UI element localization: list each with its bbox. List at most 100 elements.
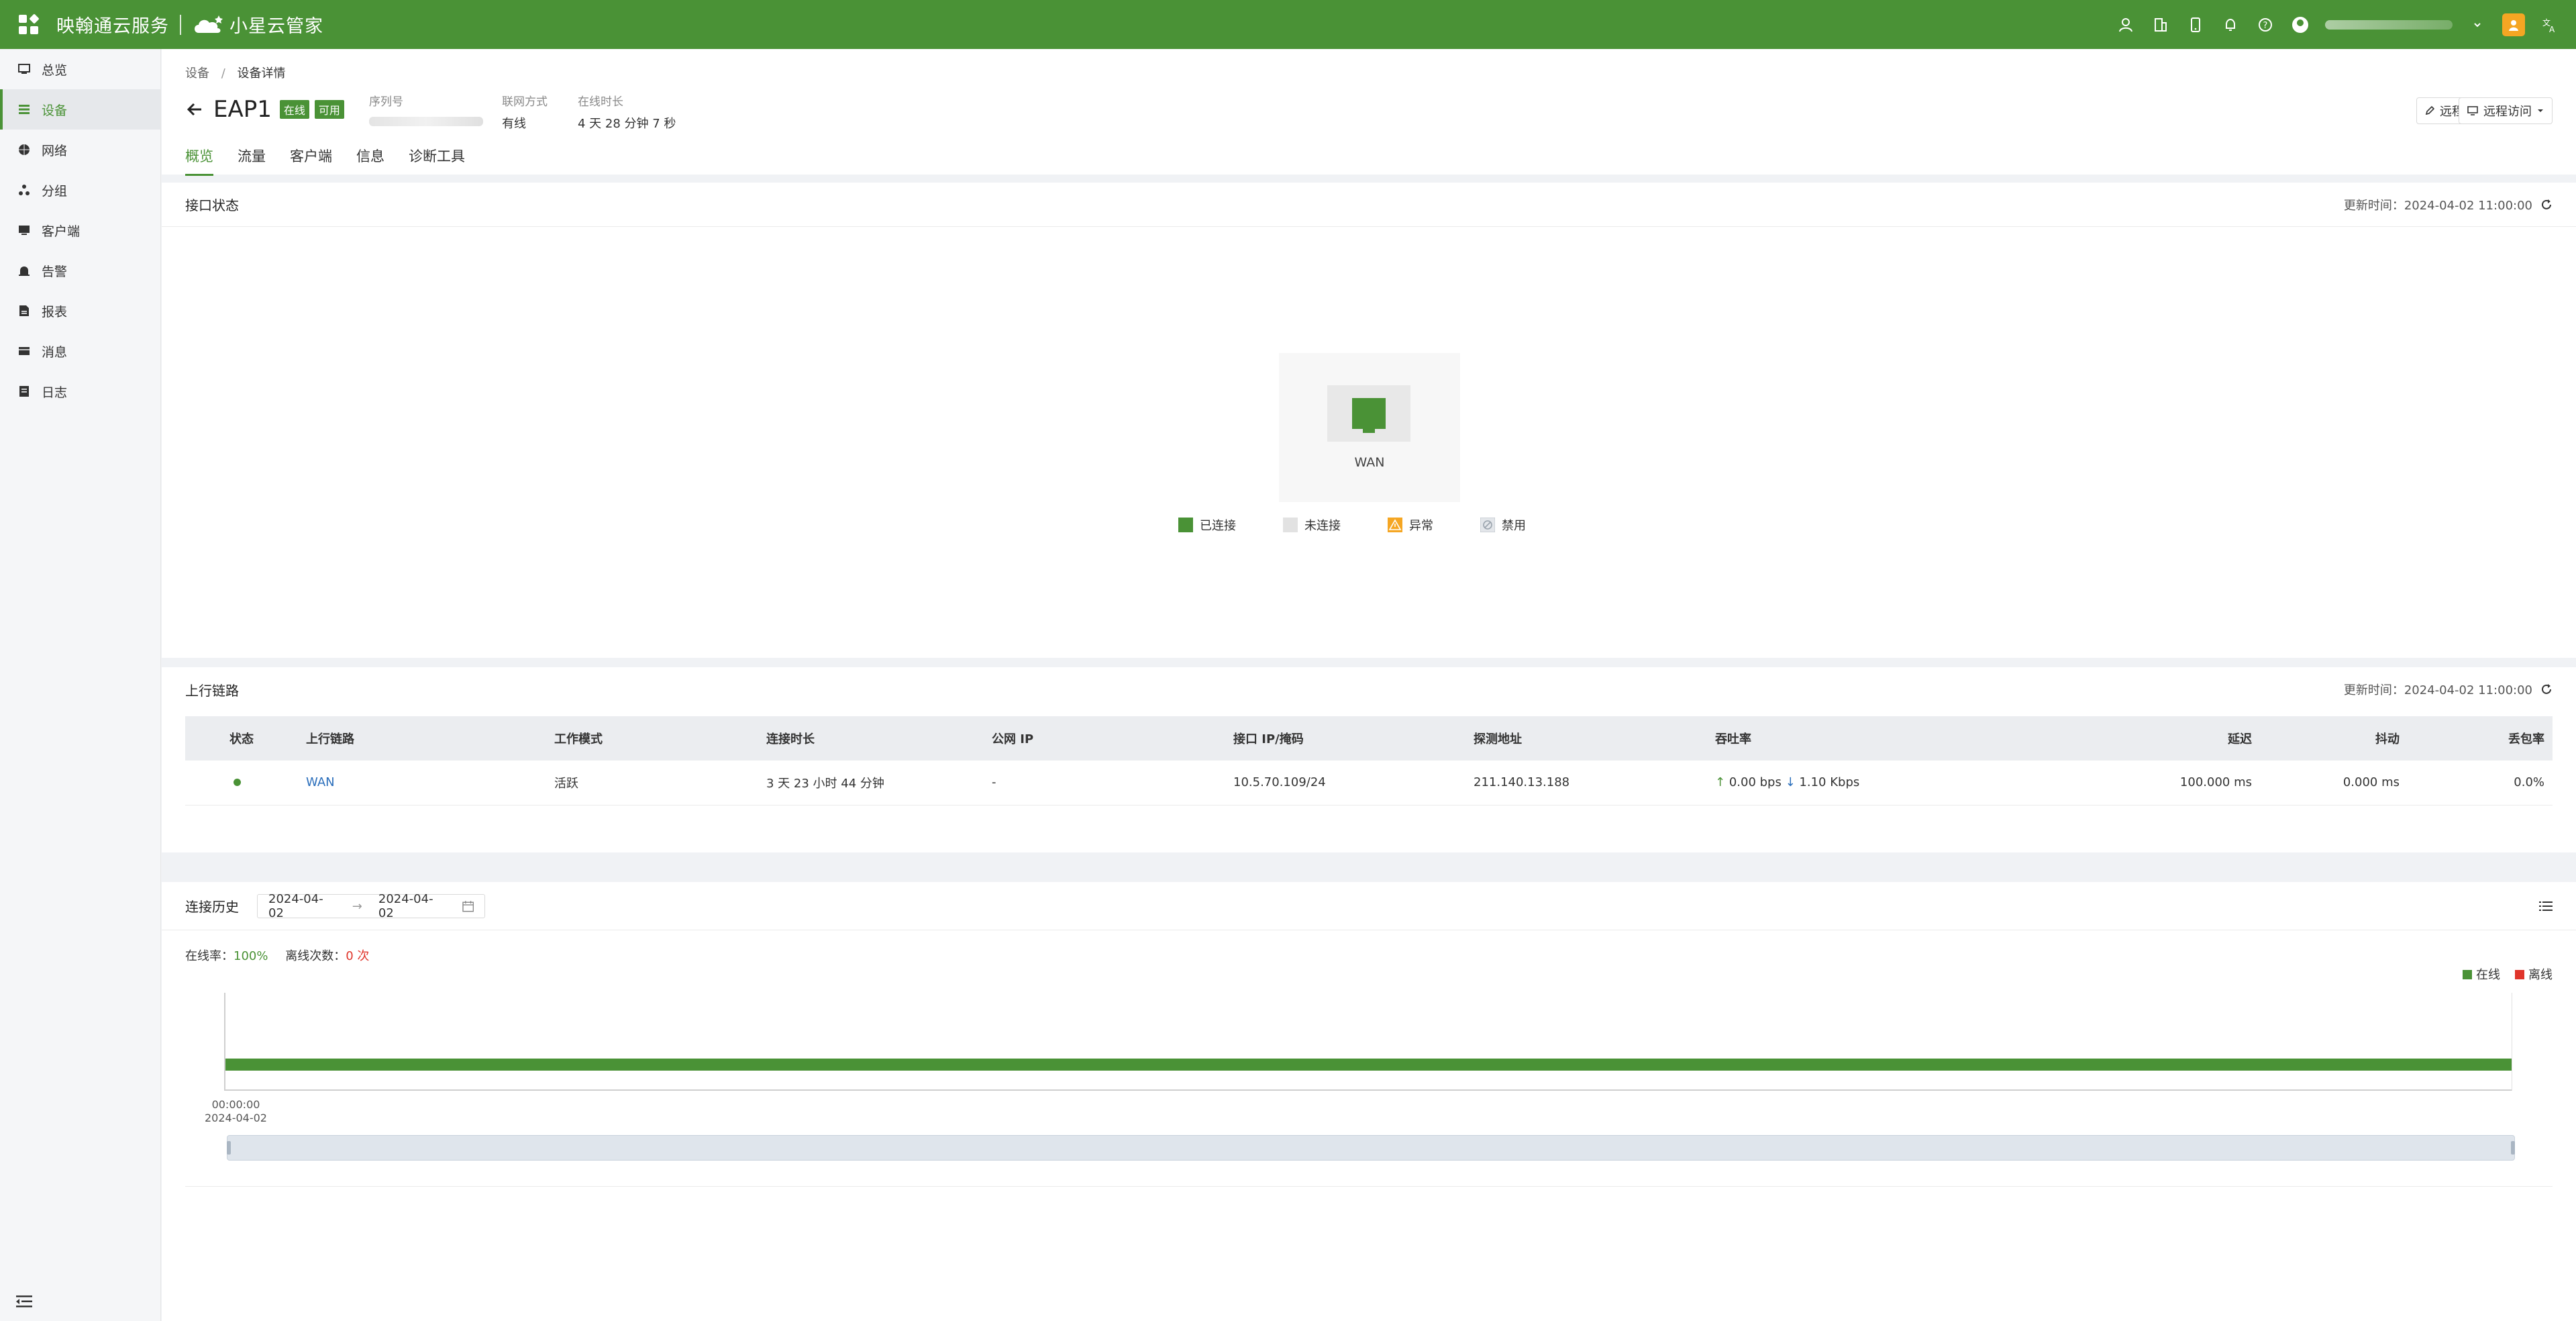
- tab-info[interactable]: 信息: [356, 146, 384, 176]
- date-to[interactable]: 2024-04-02: [378, 892, 446, 920]
- sidebar-item-network[interactable]: 网络: [0, 130, 160, 170]
- legend-offline[interactable]: 离线: [2515, 965, 2553, 983]
- date-range-picker[interactable]: 2024-04-02 → 2024-04-02: [257, 892, 485, 920]
- connection-meta: 联网方式 有线: [502, 92, 548, 132]
- ethernet-port-icon: [1352, 398, 1386, 433]
- main-content: 设备 / 设备详情 EAP1 在线 可用 序列号 联网方式 有线 在线时长 4 …: [162, 49, 2576, 1321]
- cloud-logo-icon: [195, 15, 223, 33]
- monitor-icon: [2467, 106, 2478, 115]
- online-dot: [234, 779, 241, 787]
- connection-label: 联网方式: [502, 95, 548, 109]
- sidebar-item-clients[interactable]: 客户端: [0, 210, 160, 250]
- timeline-zoom-slider[interactable]: [227, 1135, 2515, 1161]
- brand-divider: [180, 14, 181, 35]
- col-mode: 工作模式: [546, 716, 758, 761]
- uplink-link[interactable]: WAN: [298, 761, 546, 805]
- uplink-table-header: 状态 上行链路 工作模式 连接时长 公网 IP 接口 IP/掩码 探测地址 吞吐…: [185, 716, 2553, 761]
- mobile-icon[interactable]: [2185, 15, 2206, 35]
- app-grid-icon[interactable]: [19, 13, 40, 35]
- account-avatar-icon[interactable]: [2290, 15, 2310, 35]
- sidebar: 总览 设备 网络 分组 客户端 告警 报表 消息 日志: [0, 49, 161, 1321]
- x-tick: 00:00:00 2024-04-02: [205, 1098, 267, 1125]
- sidebar-item-label: 消息: [42, 344, 68, 360]
- legend-disabled-label: 禁用: [1502, 519, 1526, 533]
- sidebar-item-label: 设备: [42, 103, 68, 118]
- legend-abnormal-label: 异常: [1409, 519, 1433, 533]
- online-segment-bar[interactable]: [225, 1059, 2512, 1071]
- uplink-table: 状态 上行链路 工作模式 连接时长 公网 IP 接口 IP/掩码 探测地址 吞吐…: [185, 716, 2553, 805]
- probe-cell: 211.140.13.188: [1465, 761, 1707, 805]
- serial-label: 序列号: [369, 95, 403, 109]
- sidebar-item-logs[interactable]: 日志: [0, 371, 160, 411]
- slider-left-handle[interactable]: [227, 1141, 231, 1155]
- sidebar-item-messages[interactable]: 消息: [0, 331, 160, 371]
- interface-updated: 更新时间：2024-04-02 11:00:00: [2344, 196, 2553, 213]
- report-icon: [17, 304, 31, 317]
- interface-status-title: 接口状态: [185, 197, 239, 213]
- tab-overview[interactable]: 概览: [185, 146, 213, 176]
- bell-icon[interactable]: [2220, 15, 2240, 35]
- caret-down-icon: [2538, 109, 2543, 112]
- date-from[interactable]: 2024-04-02: [268, 892, 336, 920]
- usable-badge: 可用: [314, 100, 344, 119]
- wan-port-tile[interactable]: WAN: [1279, 353, 1460, 502]
- brand-name[interactable]: 映翰通云服务: [56, 11, 169, 38]
- sidebar-item-overview[interactable]: 总览: [0, 49, 160, 89]
- alarm-icon: [17, 264, 31, 277]
- pencil-icon: [2425, 106, 2434, 115]
- interface-ip-cell: 10.5.70.109/24: [1225, 761, 1465, 805]
- sidebar-item-reports[interactable]: 报表: [0, 291, 160, 331]
- language-icon[interactable]: 文A: [2540, 15, 2560, 35]
- user-name-redacted[interactable]: [2325, 19, 2453, 30]
- user-icon[interactable]: [2116, 15, 2136, 35]
- remote-access-button[interactable]: 远程访问: [2459, 97, 2553, 124]
- table-row: WAN 活跃 3 天 23 小时 44 分钟 - 10.5.70.109/24 …: [185, 761, 2553, 805]
- col-probe: 探测地址: [1465, 716, 1707, 761]
- chevron-down-icon[interactable]: [2467, 15, 2487, 35]
- back-arrow-icon[interactable]: [185, 100, 204, 119]
- history-legend: 在线 离线: [2463, 965, 2553, 983]
- title-row: EAP1 在线 可用: [185, 96, 350, 123]
- profile-avatar[interactable]: [2502, 13, 2525, 36]
- upload-arrow-icon: ↑: [1715, 775, 1726, 790]
- refresh-icon[interactable]: [2540, 199, 2553, 211]
- collapse-sidebar-icon[interactable]: [16, 1294, 32, 1309]
- dashboard-icon: [17, 62, 31, 76]
- breadcrumb-root[interactable]: 设备: [185, 66, 209, 81]
- connection-value: 有线: [502, 117, 526, 131]
- svg-text:A: A: [2549, 25, 2555, 34]
- calendar-icon[interactable]: [462, 900, 474, 912]
- x-tick-time: 00:00:00: [211, 1098, 260, 1111]
- x-tick-date: 2024-04-02: [205, 1112, 267, 1124]
- sidebar-item-alarms[interactable]: 告警: [0, 250, 160, 291]
- uplink-title: 上行链路: [185, 682, 239, 699]
- sidebar-item-devices[interactable]: 设备: [0, 89, 160, 130]
- tab-clients[interactable]: 客户端: [290, 146, 332, 176]
- throughput-cell: ↑ 0.00 bps ↓ 1.10 Kbps: [1707, 761, 2112, 805]
- mode-cell: 活跃: [546, 761, 758, 805]
- offline-count-label: 离线次数：: [285, 949, 346, 963]
- uplink-header: 上行链路 更新时间：2024-04-02 11:00:00: [162, 667, 2576, 712]
- col-loss: 丢包率: [2408, 716, 2553, 761]
- timeline-y-axis: [224, 993, 225, 1089]
- breadcrumb-current: 设备详情: [237, 66, 286, 81]
- list-menu-icon[interactable]: [2539, 900, 2553, 912]
- sidebar-item-label: 分组: [42, 183, 68, 199]
- legend-online[interactable]: 在线: [2463, 965, 2500, 983]
- sidebar-item-groups[interactable]: 分组: [0, 170, 160, 210]
- tab-diagnostics[interactable]: 诊断工具: [409, 146, 465, 176]
- download-arrow-icon: ↓: [1785, 775, 1796, 790]
- tab-traffic[interactable]: 流量: [238, 146, 266, 176]
- help-icon[interactable]: ?: [2255, 15, 2275, 35]
- uplink-card: 上行链路 更新时间：2024-04-02 11:00:00 状态 上行链路 工作…: [162, 667, 2576, 852]
- organization-icon[interactable]: [2151, 15, 2171, 35]
- refresh-icon[interactable]: [2540, 683, 2553, 695]
- slider-right-handle[interactable]: [2511, 1141, 2515, 1155]
- uptime-label: 在线时长: [578, 95, 623, 109]
- sidebar-item-label: 网络: [42, 143, 68, 158]
- history-stats: 在线率：100% 离线次数：0 次: [185, 946, 369, 964]
- device-list-icon: [17, 103, 31, 116]
- duration-cell: 3 天 23 小时 44 分钟: [758, 761, 984, 805]
- uptime-meta: 在线时长 4 天 28 分钟 7 秒: [578, 92, 676, 132]
- legend-abnormal: 异常: [1388, 516, 1433, 534]
